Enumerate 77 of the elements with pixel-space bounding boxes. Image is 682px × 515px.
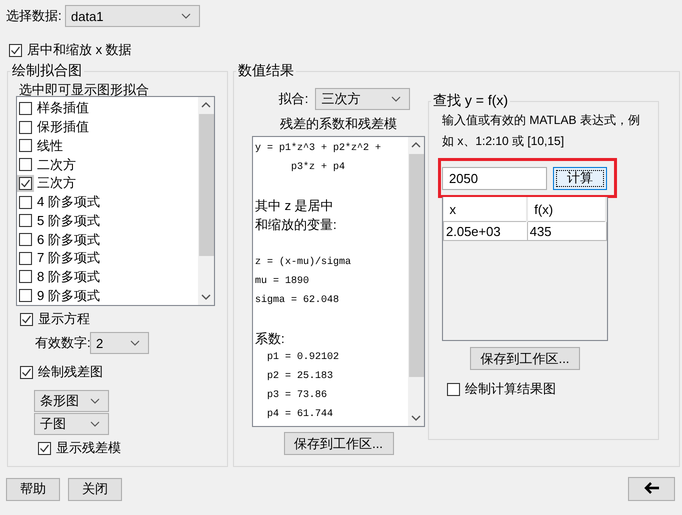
dropdown[interactable]: 条形图 bbox=[34, 390, 109, 412]
checkbox-label: 显示方程 bbox=[38, 310, 90, 328]
checkbox[interactable] bbox=[19, 252, 32, 265]
result-line: p4 = 61.744 bbox=[266, 408, 334, 422]
checkbox-label: 三次方 bbox=[37, 174, 76, 192]
table-cell: 2.05e+03 bbox=[444, 222, 528, 240]
field-label: 拟合: bbox=[278, 90, 308, 108]
result-line: sigma = 62.048 bbox=[255, 294, 340, 308]
checkbox[interactable] bbox=[19, 233, 32, 246]
checkbox[interactable] bbox=[9, 44, 22, 56]
dialog-button[interactable]: 关闭 bbox=[68, 478, 122, 500]
help-text: 输入值或有效的 MATLAB 表达式，例如 x、1:2:10 或 [10,15] bbox=[442, 112, 641, 150]
checkbox-label: 5 阶多项式 bbox=[37, 212, 100, 230]
checkbox-label: 7 阶多项式 bbox=[37, 249, 100, 268]
checkbox-label: 保形插值 bbox=[37, 118, 89, 136]
result-line: 和缩放的变量: bbox=[255, 216, 338, 234]
checkbox-label: 9 阶多项式 bbox=[37, 286, 100, 305]
result-line: p3*z + p4 bbox=[290, 160, 346, 175]
value-input[interactable]: 2050 bbox=[442, 166, 547, 190]
checkbox[interactable] bbox=[19, 158, 32, 172]
checkbox-label: 样条插值 bbox=[37, 99, 89, 118]
checkbox-label: 居中和缩放 x 数据 bbox=[27, 41, 132, 59]
checkbox[interactable] bbox=[19, 120, 32, 134]
checkbox[interactable] bbox=[19, 139, 32, 152]
dropdown[interactable]: 子图 bbox=[34, 413, 109, 435]
result-line: p3 = 73.86 bbox=[266, 389, 328, 403]
arrow-left-icon bbox=[642, 480, 660, 494]
checkbox-label: 4 阶多项式 bbox=[37, 193, 100, 212]
hint-text: 选中即可显示图形拟合 bbox=[19, 81, 150, 96]
checkbox[interactable] bbox=[38, 442, 51, 454]
checkbox-label: 8 阶多项式 bbox=[37, 268, 100, 286]
chevron-down-icon bbox=[130, 340, 140, 346]
field-label: 有效数字: bbox=[35, 334, 90, 352]
checkbox[interactable] bbox=[20, 366, 33, 378]
result-line: 系数: bbox=[255, 330, 286, 348]
scrollbar[interactable] bbox=[198, 97, 214, 305]
dialog-button[interactable]: 帮助 bbox=[6, 478, 60, 500]
save-to-workspace-button[interactable]: 保存到工作区... bbox=[470, 347, 580, 370]
scrollbar[interactable] bbox=[408, 137, 424, 426]
group-title: 数值结果 bbox=[237, 62, 295, 80]
column-header: x bbox=[444, 197, 528, 222]
section-label: 残差的系数和残差模 bbox=[280, 115, 397, 133]
checkbox[interactable] bbox=[19, 214, 32, 228]
table-cell: 435 bbox=[527, 222, 606, 240]
group-title: 绘制拟合图 bbox=[11, 62, 83, 80]
chevron-down-icon bbox=[181, 13, 191, 19]
group-title: 查找 y = f(x) bbox=[432, 92, 510, 110]
checkbox-label: 显示残差模 bbox=[56, 439, 121, 457]
chevron-down-icon bbox=[90, 421, 100, 427]
chevron-down-icon bbox=[90, 398, 100, 404]
chevron-down-icon bbox=[391, 96, 402, 102]
back-button[interactable] bbox=[628, 477, 675, 501]
result-line: 其中 z 是居中 bbox=[255, 197, 335, 215]
checkbox-label: 二次方 bbox=[37, 156, 76, 174]
checkbox-label: 绘制残差图 bbox=[38, 363, 103, 381]
checkbox[interactable] bbox=[447, 382, 460, 396]
checkbox-label: 6 阶多项式 bbox=[37, 230, 100, 248]
checkbox-label: 线性 bbox=[37, 136, 63, 155]
checkbox[interactable] bbox=[19, 289, 32, 302]
compute-button[interactable]: 计算 bbox=[553, 166, 607, 190]
dropdown[interactable]: 2 bbox=[90, 332, 149, 354]
save-to-workspace-button[interactable]: 保存到工作区... bbox=[284, 432, 394, 455]
result-line: z = (x-mu)/sigma bbox=[255, 256, 352, 270]
result-line: p2 = 25.183 bbox=[266, 370, 334, 384]
result-line: p1 = 0.92102 bbox=[266, 351, 340, 365]
checkbox-label: 绘制计算结果图 bbox=[465, 380, 556, 398]
column-header: f(x) bbox=[527, 197, 606, 222]
dropdown[interactable]: 三次方 bbox=[315, 88, 410, 110]
field-label: 选择数据: bbox=[6, 7, 63, 25]
checkbox[interactable] bbox=[19, 196, 32, 209]
result-line: mu = 1890 bbox=[255, 275, 310, 289]
dropdown[interactable]: data1 bbox=[65, 5, 200, 27]
result-line: y = p1*z^3 + p2*z^2 + bbox=[255, 142, 382, 156]
checkbox[interactable] bbox=[20, 312, 33, 326]
checkbox[interactable] bbox=[19, 270, 32, 284]
checkbox[interactable] bbox=[19, 176, 32, 190]
checkbox[interactable] bbox=[19, 102, 32, 115]
